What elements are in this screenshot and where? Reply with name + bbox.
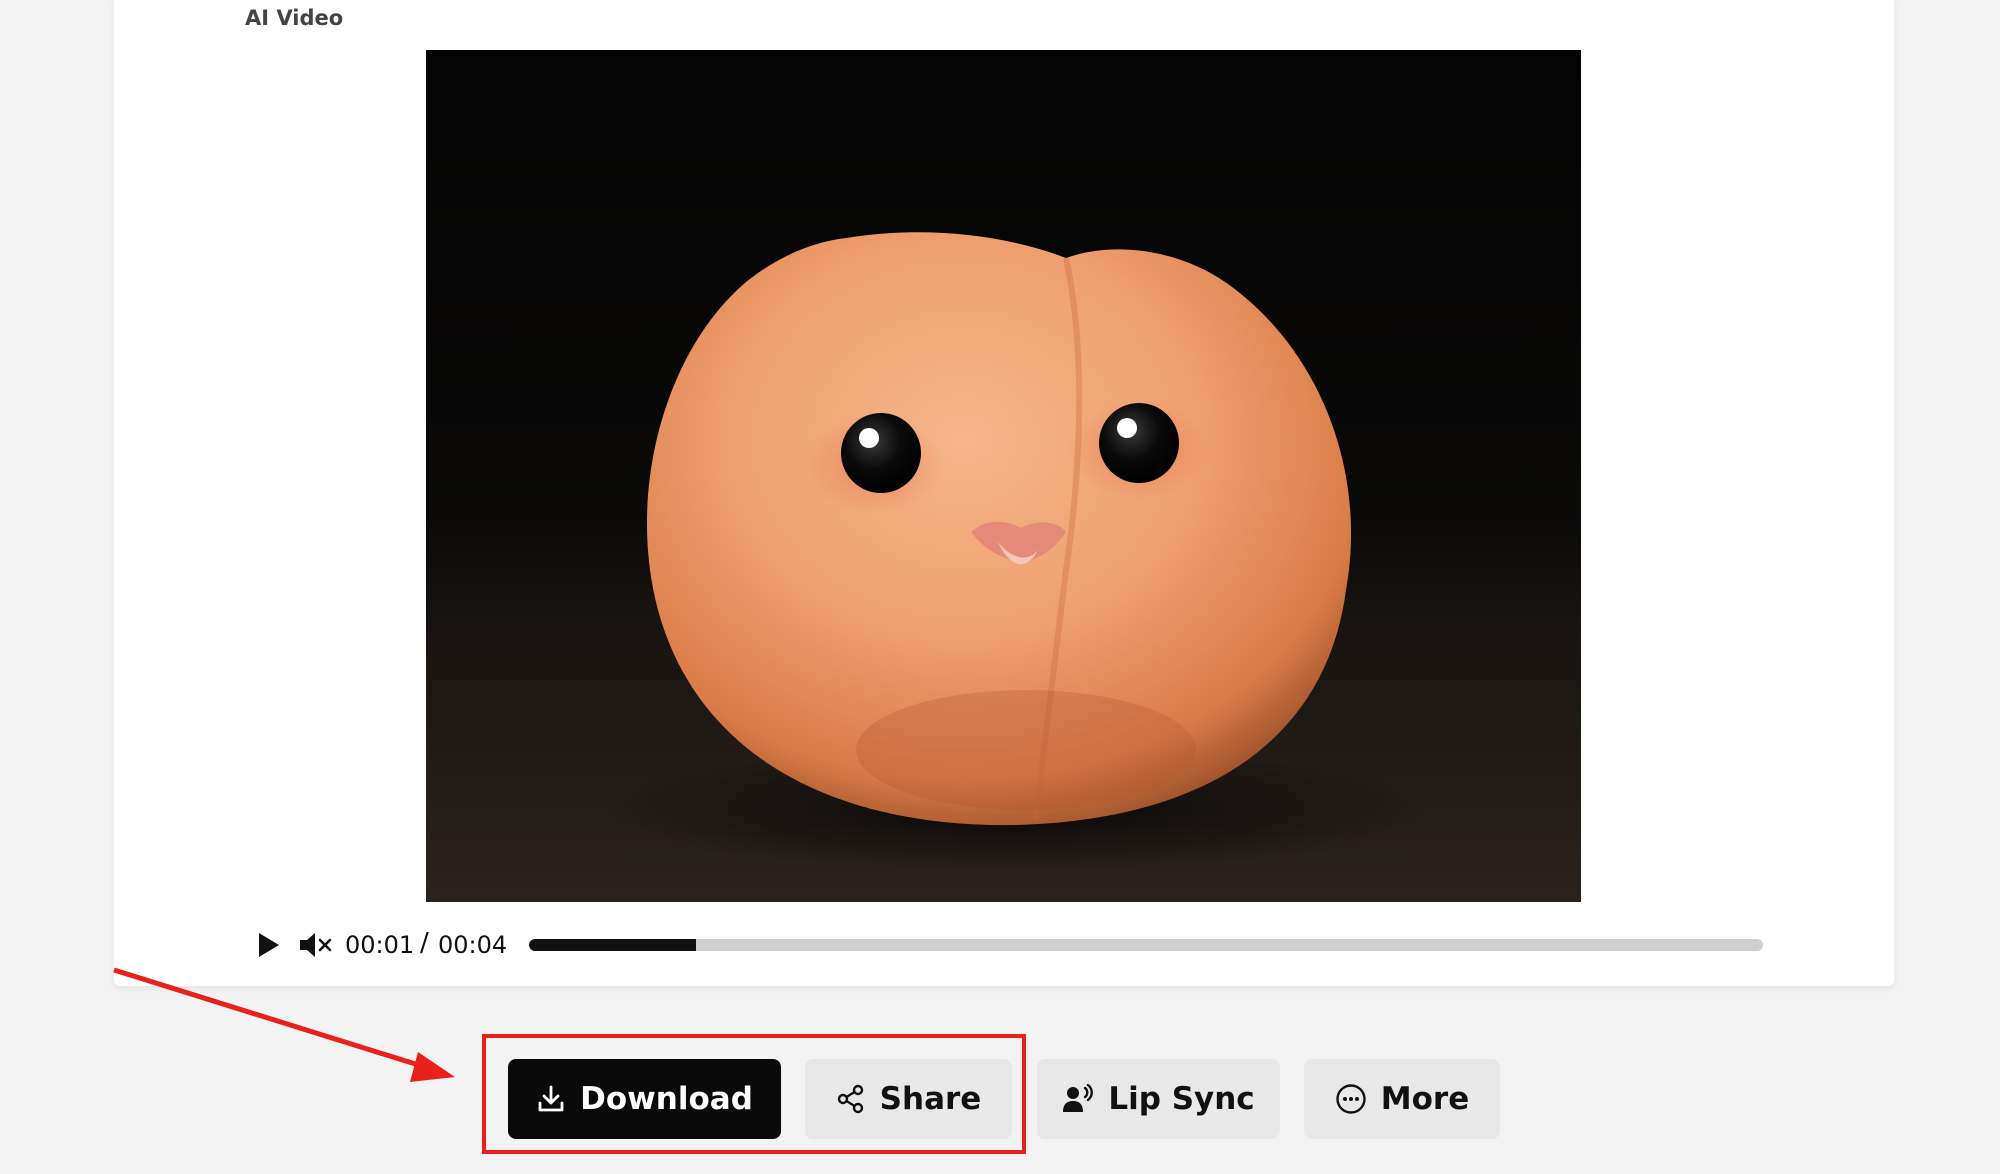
more-options-icon [1336,1084,1366,1114]
lip-sync-button[interactable]: Lip Sync [1037,1059,1280,1139]
more-button[interactable]: More [1304,1059,1500,1139]
speaking-person-icon [1063,1084,1094,1112]
lip-sync-label: Lip Sync [1108,1081,1255,1117]
download-label: Download [580,1081,753,1117]
annotation-arrow [113,967,455,1082]
share-label: Share [879,1081,982,1117]
share-button[interactable]: Share [805,1059,1012,1139]
video-frame-image [426,50,1581,902]
download-button[interactable]: Download [508,1059,781,1139]
more-label: More [1380,1081,1470,1117]
download-icon [538,1085,564,1112]
share-icon [837,1084,863,1114]
video-player[interactable] [426,50,1581,902]
progress-bar[interactable] [529,939,1763,951]
progress-fill [529,939,696,951]
